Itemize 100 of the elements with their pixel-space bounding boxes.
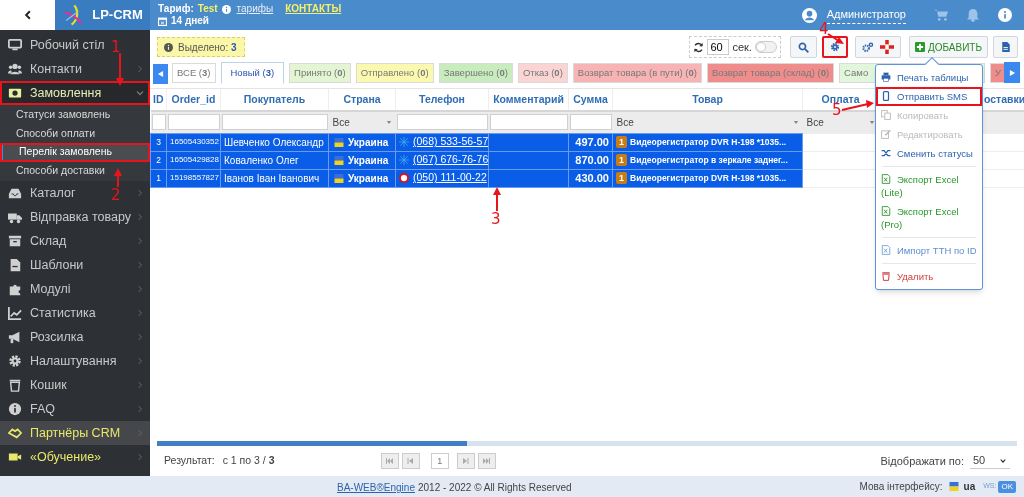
sidebar-item[interactable]: Шаблони: [0, 253, 86, 277]
filter-dropdown[interactable]: Все: [332, 114, 350, 130]
menu-item[interactable]: Удалить: [876, 267, 982, 286]
settings-button[interactable]: [821, 36, 848, 58]
column-header[interactable]: Телефон: [419, 92, 465, 105]
column-header[interactable]: Комментарий: [493, 92, 564, 105]
menu-item[interactable]: Сменить статусы: [876, 144, 982, 163]
contacts-link[interactable]: КОНТАКТЫ: [285, 3, 342, 15]
sidebar-item[interactable]: Контакти: [0, 57, 84, 81]
filter-field[interactable]: [569, 114, 612, 131]
skip-back-icon: [385, 457, 395, 465]
column-header[interactable]: Страна: [343, 92, 381, 105]
submenu-item[interactable]: Способи доставки: [0, 161, 150, 180]
last-page-button[interactable]: [477, 453, 496, 469]
search-button[interactable]: [789, 36, 817, 58]
logo-text: LP-CRM: [92, 6, 143, 25]
sidebar-item[interactable]: Робочий стіл: [0, 33, 107, 57]
status-tab[interactable]: Отказ (0): [517, 63, 568, 83]
column-header[interactable]: Покупатель: [243, 92, 306, 105]
column-header[interactable]: Сумма: [573, 92, 608, 105]
plus-square-icon: [914, 42, 925, 52]
status-tab[interactable]: Новый (3): [220, 62, 285, 84]
scroll-right-button[interactable]: [1004, 62, 1020, 83]
document-button[interactable]: [993, 36, 1018, 58]
sidebar-item[interactable]: Модулі: [0, 277, 73, 301]
logo-mark-icon: [62, 4, 85, 26]
cross-logo-icon: [880, 40, 895, 54]
logo[interactable]: LP-CRM: [55, 0, 150, 30]
column-header[interactable]: оставки: [984, 92, 1024, 105]
info-icon: [221, 4, 231, 14]
table-cell-text: Украина: [348, 171, 389, 186]
filter-dropdown[interactable]: Все: [616, 114, 634, 130]
status-tab[interactable]: Завершено (0): [438, 63, 513, 83]
triangle-right-icon: [1008, 68, 1016, 77]
sidebar-item[interactable]: Налаштування: [0, 349, 119, 373]
copyright-text: 2012 - 2022 © All Rights Reserved: [417, 481, 572, 495]
filter-field[interactable]: [167, 114, 220, 131]
tariffs-link[interactable]: тарифы: [236, 3, 274, 15]
column-header[interactable]: ID: [153, 92, 164, 105]
next-page-button[interactable]: [456, 453, 475, 469]
status-tab[interactable]: ВСЕ (3): [172, 63, 216, 83]
menu-item[interactable]: Экспорт Excel (Lite): [876, 170, 982, 202]
chevron-down-icon: [999, 457, 1007, 464]
first-page-button[interactable]: [380, 453, 399, 469]
calendar-icon: [158, 16, 167, 26]
per-page-dropdown[interactable]: 50: [970, 453, 1010, 469]
column-header[interactable]: Оплата: [821, 92, 860, 105]
integrations-button[interactable]: [854, 36, 901, 58]
table-cell: 3: [150, 133, 167, 151]
tray-icon: [8, 186, 22, 200]
sidebar-item[interactable]: «Обучение»: [0, 445, 104, 469]
submenu-item[interactable]: Способи оплати: [0, 124, 150, 143]
table-cell: 497.00: [575, 135, 609, 148]
submenu-item[interactable]: Перелік замовлень: [0, 143, 150, 162]
refresh-icon: [693, 41, 705, 53]
filter-field[interactable]: [221, 114, 328, 131]
footer-link[interactable]: BA-WEB®Engine: [337, 480, 415, 495]
annotation-number: 3: [491, 212, 501, 227]
filter-field[interactable]: [489, 114, 568, 131]
printer-icon: [881, 72, 891, 82]
sidebar-item[interactable]: Партнёры CRM: [0, 421, 150, 445]
submenu-item[interactable]: Статуси замовлень: [0, 106, 150, 125]
filter-field[interactable]: [151, 114, 166, 131]
trash-icon: [8, 378, 22, 392]
add-button[interactable]: ДОБАВИТЬ: [908, 36, 988, 58]
scroll-left-button[interactable]: [153, 64, 168, 84]
previous-page-button[interactable]: [401, 453, 420, 469]
search-icon: [797, 41, 809, 53]
menu-item[interactable]: Экспорт Excel (Pro): [876, 202, 982, 234]
table-cell: 16505429828: [170, 155, 219, 164]
sidebar-item[interactable]: Статистика: [0, 301, 98, 325]
sidebar-item[interactable]: Каталог: [0, 181, 78, 205]
sidebar-item[interactable]: Відправка товару: [0, 205, 133, 229]
menu-item[interactable]: Отправить SMS: [876, 87, 982, 106]
sidebar-item[interactable]: Склад: [0, 229, 69, 253]
auto-refresh-toggle[interactable]: [754, 41, 777, 53]
sidebar-item[interactable]: Замовлення: [0, 81, 150, 105]
menu-item[interactable]: Импорт ТТН по ID: [876, 241, 982, 260]
menu-item[interactable]: Печать таблицы: [876, 68, 982, 87]
refresh-interval-field[interactable]: 60: [707, 39, 730, 55]
filter-dropdown[interactable]: Все: [806, 114, 824, 130]
step-back-icon: [406, 457, 416, 465]
table-cell: Коваленко Олег: [224, 154, 299, 166]
money-icon: [8, 86, 22, 100]
column-header[interactable]: Order_id: [171, 92, 216, 105]
sidebar-item[interactable]: Кошик: [0, 373, 69, 397]
column-header[interactable]: Товар: [692, 92, 723, 105]
status-tab[interactable]: Принято (0): [289, 63, 351, 83]
flag-icon: [332, 173, 346, 183]
page-number-field[interactable]: 1: [430, 453, 449, 469]
user-link[interactable]: Администратор: [826, 6, 906, 24]
status-tab[interactable]: Отправлено (0): [355, 63, 434, 83]
sidebar-item[interactable]: Розсилка: [0, 325, 86, 349]
info-icon: [998, 8, 1012, 22]
filter-field[interactable]: [396, 114, 488, 131]
trash-icon: [881, 271, 891, 281]
sidebar-item[interactable]: FAQ: [0, 397, 57, 421]
horizontal-scrollbar[interactable]: [157, 441, 1017, 446]
annotation-arrow: [114, 168, 122, 188]
step-forward-icon: [461, 457, 471, 465]
